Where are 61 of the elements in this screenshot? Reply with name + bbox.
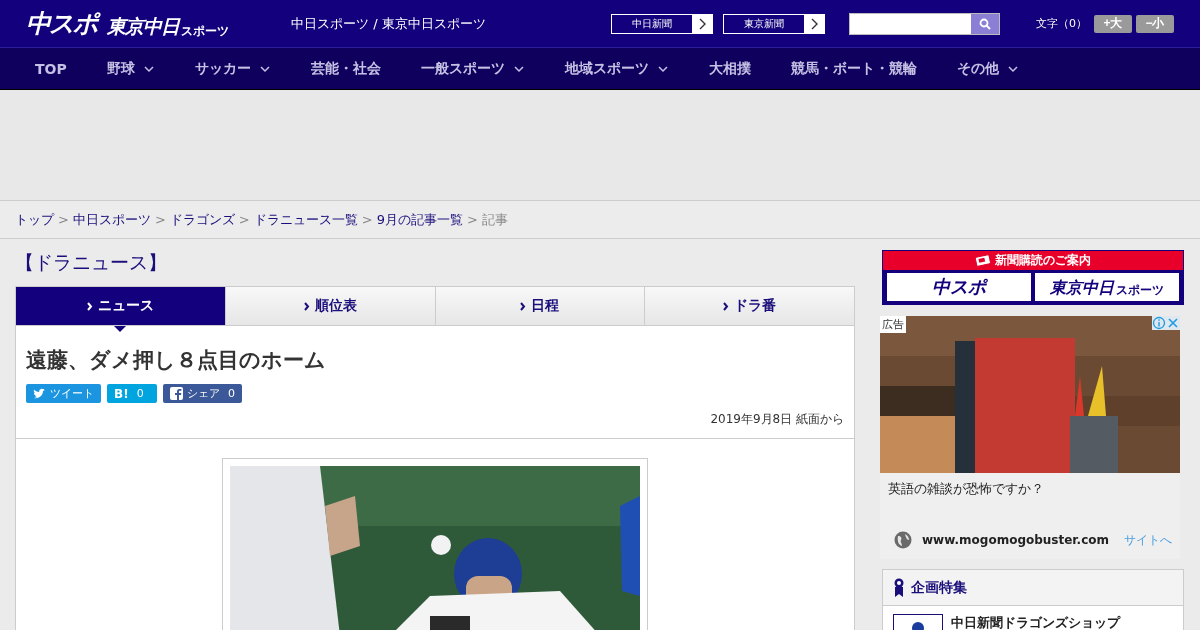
feature-title: 企画特集 <box>911 578 967 597</box>
ribbon-icon <box>893 578 905 597</box>
section-title: 【ドラニュース】 <box>15 250 168 275</box>
facebook-icon <box>170 387 183 400</box>
font-size-label: 文字（0） <box>1036 16 1087 31</box>
newspaper-link[interactable]: 東京新聞 <box>723 13 825 34</box>
bird-icon <box>33 387 46 400</box>
breadcrumb-separator: > <box>154 212 166 227</box>
nav-item[interactable]: サッカー <box>194 59 271 78</box>
breadcrumb-link[interactable]: 中日スポーツ <box>72 210 151 229</box>
ad-text[interactable]: 英語の雑談が恐怖ですか？ <box>880 473 1180 531</box>
article-date: 2019年9月8日 紙面から <box>709 411 844 428</box>
chevron-icon <box>809 17 819 30</box>
subscription-banner[interactable]: 新聞購読のご案内 中スポ 東京中日スポーツ <box>882 250 1184 305</box>
search-field[interactable] <box>849 12 1000 35</box>
nav-item[interactable]: 一般スポーツ <box>420 59 525 78</box>
feature-item[interactable]: 中日新聞ドラゴンズショップ <box>883 606 1183 630</box>
nav-item[interactable]: 地域スポーツ <box>564 59 669 78</box>
close-icon <box>1166 316 1180 330</box>
subscription-title: 新聞購読のご案内 <box>995 252 1091 269</box>
breadcrumb-separator: > <box>238 212 250 227</box>
logo[interactable]: 東京中日スポーツ <box>1035 273 1179 301</box>
chevron-icon <box>697 17 707 30</box>
search-icon <box>979 17 991 30</box>
article-title: 遠藤、ダメ押し８点目のホーム <box>26 347 327 374</box>
breadcrumb-separator: > <box>58 212 69 227</box>
ad-url: www.mogomogobuster.com <box>922 533 1110 547</box>
nav-item[interactable]: 競馬・ボート・競輪 <box>790 59 917 78</box>
chevron-down-icon <box>1006 63 1019 74</box>
chevron-icon <box>86 301 93 311</box>
chevron-down-icon <box>142 63 155 74</box>
tab[interactable]: 順位表 <box>224 287 435 325</box>
breadcrumb-link[interactable]: トップ <box>15 210 54 229</box>
nav-item[interactable]: 大相撲 <box>708 59 751 78</box>
tab[interactable]: 日程 <box>434 287 645 325</box>
chevron-icon <box>723 301 730 311</box>
chevron-down-icon <box>656 63 669 74</box>
breadcrumb-link[interactable]: ドラニュース一覧 <box>253 210 358 229</box>
newspaper-link[interactable]: 中日新聞 <box>611 13 713 34</box>
nav-item[interactable]: TOP <box>35 60 67 77</box>
breadcrumb-current: 記事 <box>481 210 508 229</box>
tab[interactable]: ドラ番 <box>644 287 854 325</box>
chevron-icon <box>303 301 310 311</box>
chevron-icon <box>520 301 527 311</box>
breadcrumb-link[interactable]: ドラゴンズ <box>169 210 235 229</box>
globe-icon <box>894 531 912 549</box>
logo[interactable]: 中スポ <box>887 273 1031 301</box>
nav-item[interactable]: 芸能・社会 <box>310 59 381 78</box>
chevron-down-icon <box>512 63 525 74</box>
nav-item[interactable]: その他 <box>956 59 1019 78</box>
breadcrumb-separator: > <box>466 212 478 227</box>
site-title: 中日スポーツ / 東京中日スポーツ <box>291 14 487 33</box>
search-button[interactable] <box>971 13 999 34</box>
chevron-down-icon <box>258 63 271 74</box>
info-icon <box>1152 316 1166 330</box>
nav-item[interactable]: 野球 <box>106 59 155 78</box>
share-button[interactable]: シェア 0 <box>163 384 242 403</box>
breadcrumb-separator: > <box>361 212 373 227</box>
newspaper-icon <box>975 254 991 267</box>
ad-label: 広告 <box>880 316 906 333</box>
breadcrumb-link[interactable]: 9月の記事一覧 <box>376 210 463 229</box>
